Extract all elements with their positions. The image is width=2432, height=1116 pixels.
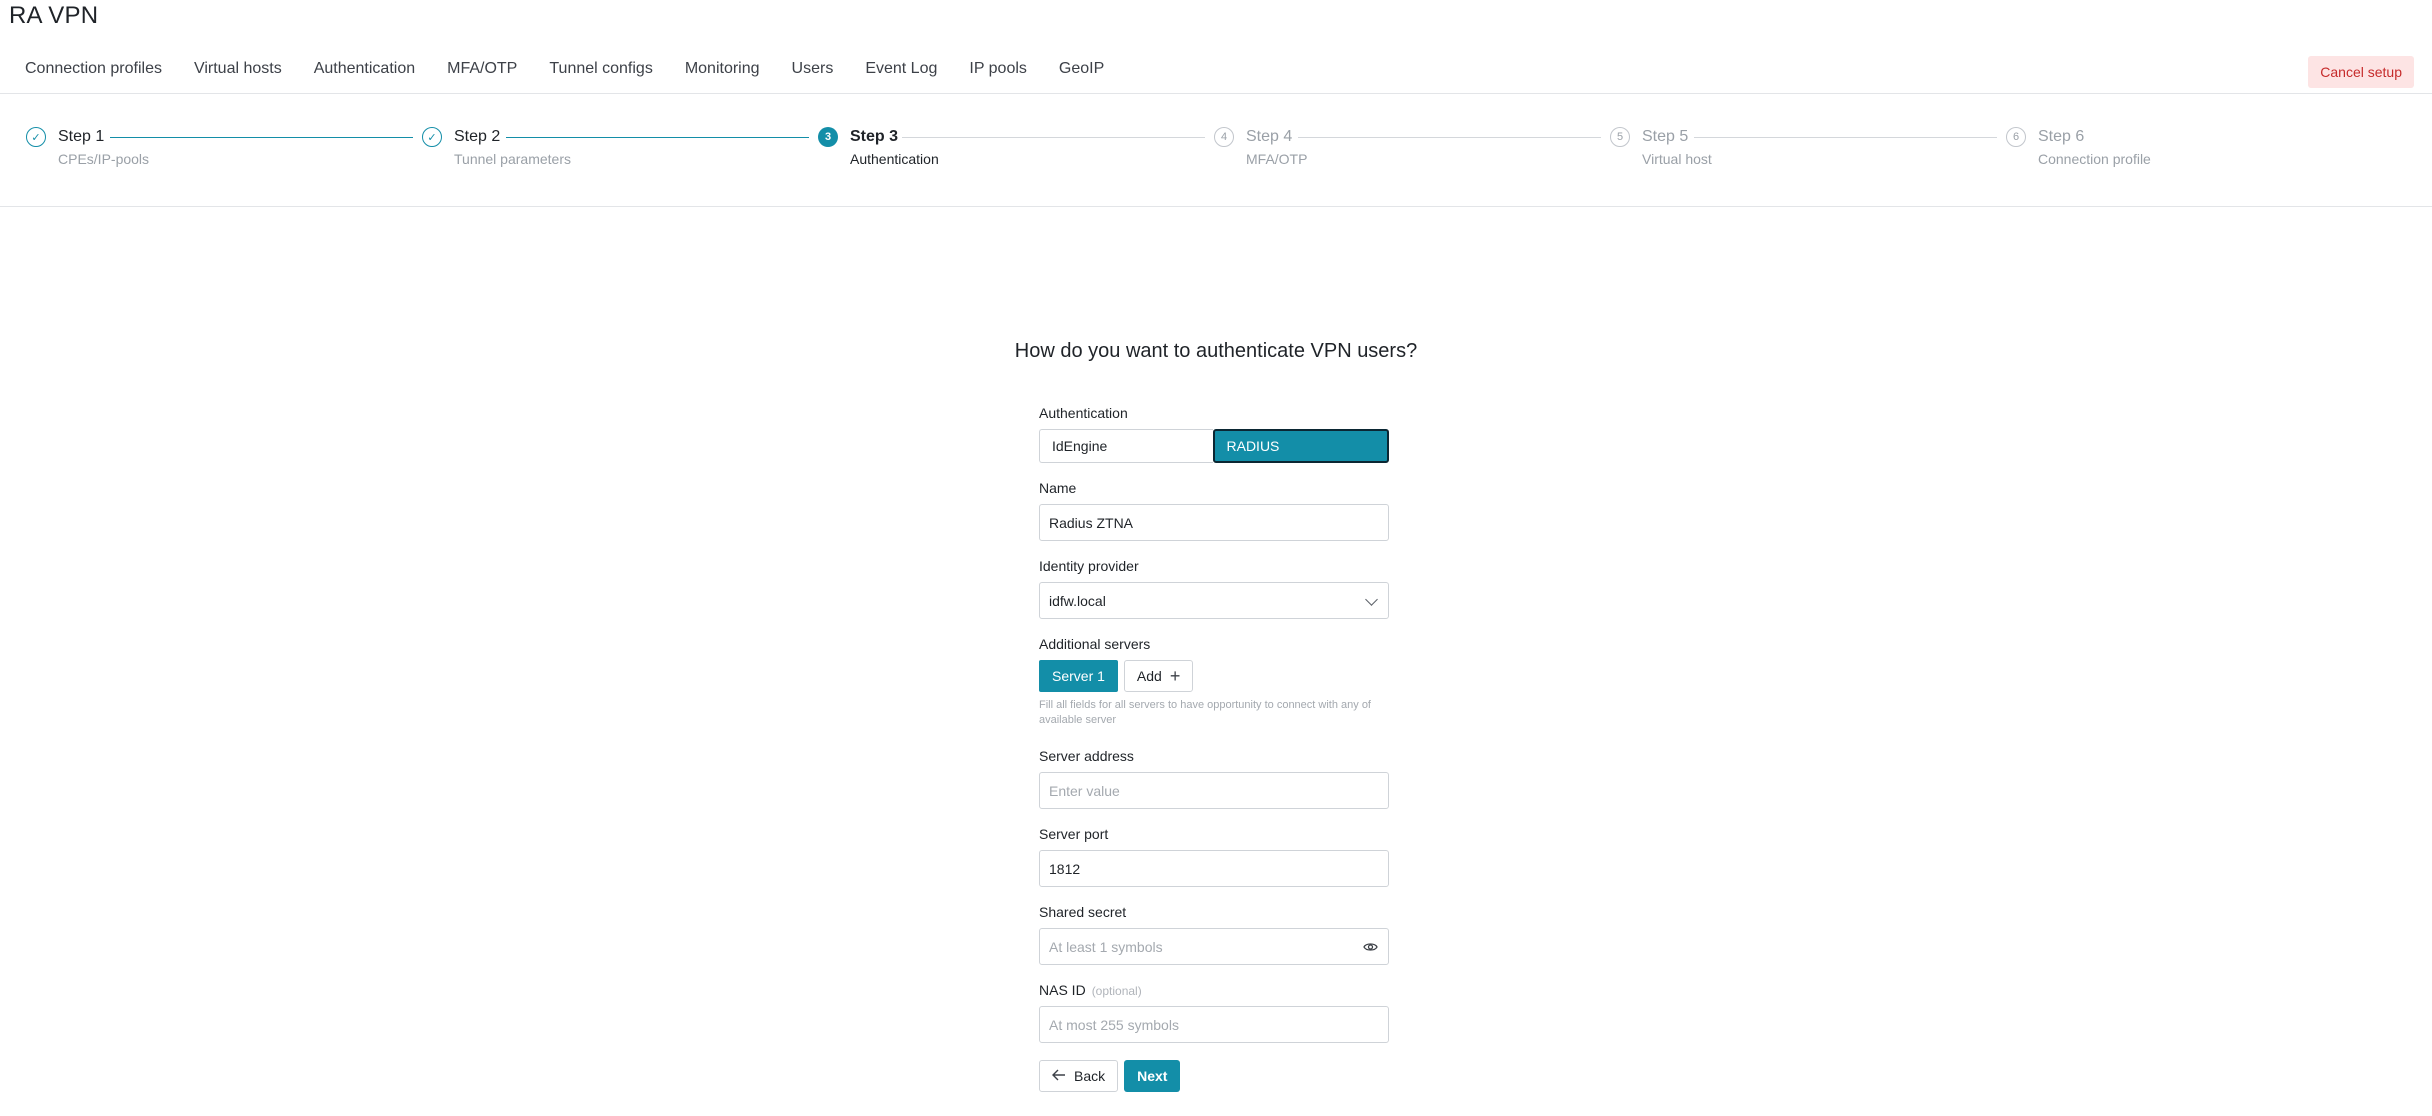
next-button[interactable]: Next: [1124, 1060, 1181, 1092]
server-address-input[interactable]: Enter value: [1039, 772, 1389, 809]
name-value: Radius ZTNA: [1049, 514, 1134, 531]
app-title: RA VPN: [9, 2, 99, 29]
step-title: Step 5: [1642, 128, 1689, 145]
step-connector: [1694, 137, 1997, 138]
nav-tab-geoip[interactable]: GeoIP: [1059, 60, 1104, 78]
arrow-left-icon: [1052, 1068, 1066, 1084]
server-port-input[interactable]: 1812: [1039, 850, 1389, 887]
cancel-setup-button[interactable]: Cancel setup: [2308, 56, 2414, 88]
back-button[interactable]: Back: [1039, 1060, 1119, 1092]
nav-tab-mfa-otp[interactable]: MFA/OTP: [447, 60, 517, 78]
step-title: Step 1: [58, 128, 105, 145]
nav-tab-tunnel-configs[interactable]: Tunnel configs: [549, 60, 652, 78]
nav-tab-users[interactable]: Users: [792, 60, 834, 78]
auth-option-radius[interactable]: RADIUS: [1212, 429, 1389, 463]
add-server-button[interactable]: Add +: [1123, 660, 1194, 692]
check-icon: ✓: [422, 127, 442, 147]
step-subtitle: Tunnel parameters: [454, 151, 571, 167]
step-number: 5: [1610, 127, 1630, 147]
nav-tab-authentication[interactable]: Authentication: [314, 60, 415, 78]
optional-tag: (optional): [1091, 984, 1142, 998]
shared-secret-input[interactable]: At least 1 symbols: [1039, 928, 1389, 965]
step-number: 4: [1214, 127, 1234, 147]
shared-secret-placeholder: At least 1 symbols: [1049, 938, 1163, 955]
nas-id-placeholder: At most 255 symbols: [1049, 1016, 1179, 1033]
wizard-stepper: ✓ Step 1 CPEs/IP-pools ✓ Step 2 Tunnel p…: [0, 94, 2432, 207]
auth-option-idengine[interactable]: IdEngine: [1039, 429, 1213, 463]
nas-id-input[interactable]: At most 255 symbols: [1039, 1006, 1389, 1043]
plus-icon: +: [1169, 666, 1181, 686]
step-connector: [110, 137, 413, 138]
chevron-down-icon: [1365, 593, 1378, 606]
top-navigation: Connection profiles Virtual hosts Authen…: [0, 50, 2432, 94]
shared-secret-label: Shared secret: [1039, 904, 1127, 920]
back-label: Back: [1074, 1068, 1106, 1084]
server-address-placeholder: Enter value: [1049, 782, 1120, 799]
authentication-toggle: IdEngine RADIUS: [1039, 429, 1389, 463]
check-icon: ✓: [26, 127, 46, 147]
step-number: 6: [2006, 127, 2026, 147]
step-number: 3: [818, 127, 838, 147]
nas-id-label-text: NAS ID: [1039, 982, 1086, 998]
nav-tab-monitoring[interactable]: Monitoring: [685, 60, 760, 78]
step-title: Step 4: [1246, 128, 1293, 145]
form-actions: Back Next: [1039, 1060, 1389, 1092]
nav-tab-connection-profiles[interactable]: Connection profiles: [25, 60, 162, 78]
server-address-label: Server address: [1039, 748, 1134, 764]
servers-hint: Fill all fields for all servers to have …: [1039, 699, 1371, 726]
step-connector: [902, 137, 1205, 138]
eye-icon[interactable]: [1363, 940, 1378, 956]
identity-provider-label: Identity provider: [1039, 558, 1139, 574]
step-title: Step 2: [454, 128, 501, 145]
auth-form: Authentication IdEngine RADIUS Name Radi…: [1039, 405, 1389, 1092]
identity-provider-value: idfw.local: [1049, 592, 1106, 609]
step-connector: [506, 137, 809, 138]
server-tabs: Server 1 Add +: [1039, 660, 1389, 692]
step-title: Step 6: [2038, 128, 2085, 145]
step-connector: [1298, 137, 1601, 138]
authentication-label: Authentication: [1039, 405, 1128, 421]
nav-tab-event-log[interactable]: Event Log: [865, 60, 937, 78]
additional-servers-label: Additional servers: [1039, 636, 1151, 652]
step-subtitle: Virtual host: [1642, 151, 1712, 167]
nav-tab-virtual-hosts[interactable]: Virtual hosts: [194, 60, 282, 78]
identity-provider-select[interactable]: idfw.local: [1039, 582, 1389, 619]
step-subtitle: CPEs/IP-pools: [58, 151, 150, 167]
server-port-label: Server port: [1039, 826, 1109, 842]
step-title: Step 3: [850, 128, 899, 145]
server-port-value: 1812: [1049, 860, 1081, 877]
step-subtitle: Connection profile: [2038, 151, 2151, 167]
add-server-label: Add: [1136, 668, 1162, 684]
nav-tabs: Connection profiles Virtual hosts Authen…: [25, 60, 1104, 78]
server-tab-1[interactable]: Server 1: [1039, 660, 1118, 692]
step-subtitle: MFA/OTP: [1246, 151, 1308, 167]
name-input[interactable]: Radius ZTNA: [1039, 504, 1389, 541]
step-subtitle: Authentication: [850, 151, 939, 167]
nas-id-label: NAS ID (optional): [1039, 982, 1389, 998]
name-label: Name: [1039, 480, 1077, 496]
nav-tab-ip-pools[interactable]: IP pools: [969, 60, 1027, 78]
page-question: How do you want to authenticate VPN user…: [1014, 340, 1418, 362]
